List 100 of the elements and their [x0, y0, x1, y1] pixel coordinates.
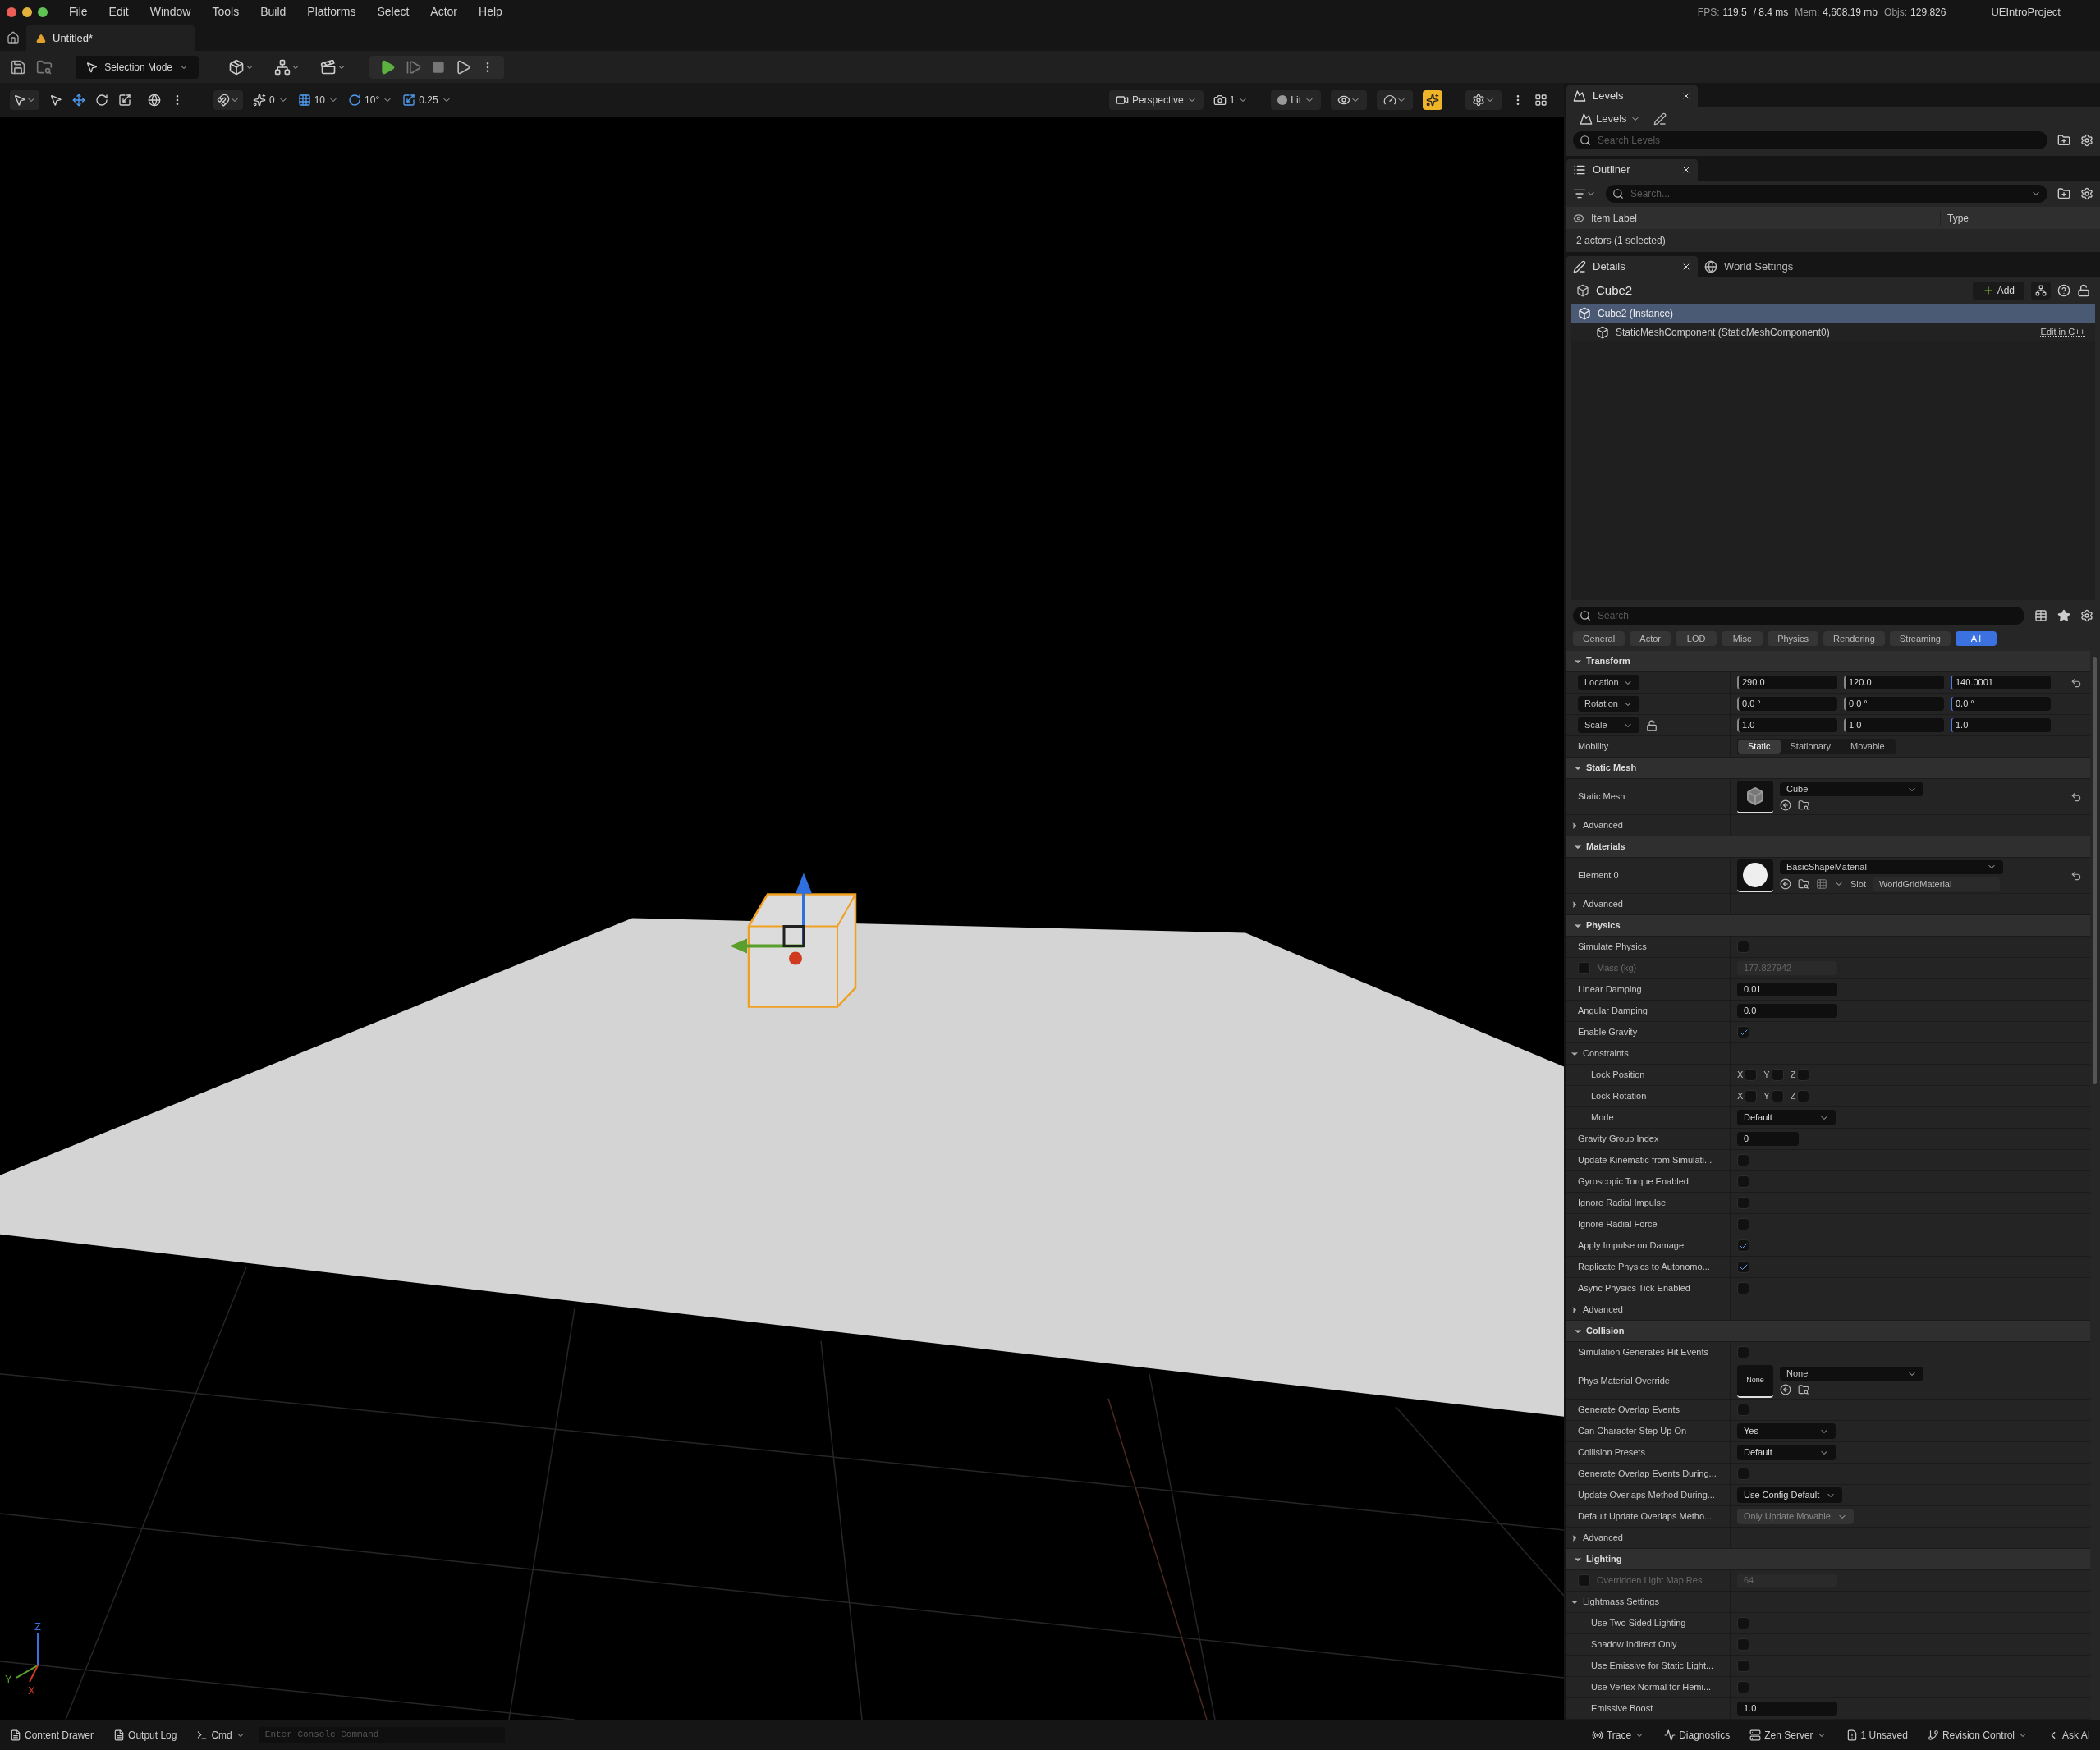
menu-item[interactable]: Actor — [430, 3, 458, 21]
reset-icon[interactable] — [2070, 676, 2082, 689]
transform-dropdown[interactable]: Rotation — [1578, 696, 1639, 712]
section-header[interactable]: Static Mesh — [1566, 758, 2090, 779]
edit-link[interactable]: Edit in C++ — [2040, 325, 2085, 339]
checkbox[interactable] — [1737, 941, 1749, 953]
panel-tab[interactable]: Outliner — [1566, 159, 1698, 181]
add-actor-icon[interactable] — [228, 58, 245, 76]
scrollbar[interactable] — [2093, 657, 2097, 1084]
blueprint-icon[interactable] — [274, 58, 291, 76]
maximize-window-icon[interactable] — [38, 7, 48, 17]
checkbox[interactable] — [1737, 1638, 1749, 1651]
rotate-icon[interactable] — [95, 94, 108, 107]
console-box[interactable]: Enter Console Command — [258, 1726, 505, 1743]
segment-option[interactable]: Movable — [1841, 740, 1895, 754]
dropdown[interactable]: Use Config Default — [1737, 1487, 1843, 1503]
search-field[interactable]: Search... — [1630, 186, 2024, 201]
menu-item[interactable]: Build — [260, 3, 287, 21]
menu-item[interactable]: Platforms — [307, 3, 356, 21]
number-field[interactable]: 120.0 — [1844, 676, 1944, 689]
group-toggle[interactable]: Advanced — [1570, 1531, 1623, 1545]
slot-field[interactable]: WorldGridMaterial — [1872, 877, 2000, 891]
filter-chip[interactable]: Rendering — [1823, 631, 1885, 646]
asset-thumbnail[interactable] — [1737, 780, 1773, 813]
dropdown[interactable]: Default — [1737, 1445, 1836, 1460]
play-icon[interactable] — [379, 58, 396, 76]
column-header[interactable]: Type — [1940, 210, 2100, 226]
group-toggle[interactable]: Constraints — [1570, 1047, 1629, 1061]
help-icon[interactable] — [2057, 284, 2070, 297]
status-bar-button[interactable]: Diagnostics — [1658, 1720, 1737, 1750]
reset-icon[interactable] — [2070, 869, 2082, 882]
menu-item[interactable]: Tools — [212, 3, 240, 21]
stop-icon[interactable] — [432, 60, 445, 74]
visibility-icon[interactable] — [1573, 212, 1584, 224]
blueprint-icon[interactable] — [2035, 285, 2047, 296]
checkbox[interactable] — [1737, 1261, 1749, 1273]
camera-speed-dropdown[interactable]: 1 — [1213, 93, 1249, 108]
reset-icon[interactable] — [2070, 790, 2082, 803]
checkbox[interactable] — [1737, 1404, 1749, 1416]
number-field[interactable]: 1.0 — [1737, 718, 1837, 732]
segment-option[interactable]: Static — [1738, 740, 1781, 754]
new-folder-icon[interactable] — [2057, 187, 2070, 200]
performance-icon[interactable] — [1383, 94, 1396, 107]
move-icon[interactable] — [72, 94, 85, 107]
asset-dropdown[interactable]: None — [1780, 1367, 1923, 1381]
menu-item[interactable]: Edit — [108, 3, 129, 21]
home-icon[interactable] — [7, 31, 20, 44]
table-icon[interactable] — [2034, 609, 2047, 622]
scale-snap-dropdown[interactable]: 0.25 — [402, 93, 452, 108]
number-field[interactable]: 0.0 ° — [1951, 697, 2051, 711]
section-header[interactable]: Materials — [1566, 836, 2090, 858]
checker-icon[interactable] — [1816, 878, 1827, 890]
surface-snap-dropdown[interactable]: 0 — [253, 93, 288, 108]
checkbox[interactable] — [1745, 1090, 1758, 1102]
number-field[interactable]: 1.0 — [1951, 718, 2051, 732]
favorite-icon[interactable] — [2057, 609, 2070, 622]
checkbox[interactable] — [1737, 1218, 1749, 1230]
checkbox[interactable] — [1737, 1154, 1749, 1166]
search-box[interactable]: Search — [1573, 607, 2024, 625]
show-icon[interactable] — [1337, 94, 1350, 107]
step-icon[interactable] — [406, 58, 422, 76]
scale-icon[interactable] — [118, 94, 131, 107]
group-toggle[interactable]: Advanced — [1570, 818, 1623, 832]
lock-icon[interactable] — [2077, 284, 2090, 297]
checkbox[interactable] — [1737, 1026, 1749, 1038]
use-selected-icon[interactable] — [1780, 878, 1791, 890]
cinematics-icon[interactable] — [320, 58, 337, 76]
menu-item[interactable]: Help — [479, 3, 502, 21]
close-icon[interactable] — [1681, 91, 1691, 101]
checkbox[interactable] — [1797, 1069, 1810, 1081]
eject-icon[interactable] — [455, 58, 471, 76]
layout-icon[interactable] — [1534, 94, 1547, 107]
transform-dropdown[interactable]: Location — [1578, 675, 1639, 690]
checkbox[interactable] — [1737, 1239, 1749, 1252]
dropdown[interactable]: Default — [1737, 1110, 1836, 1125]
checkbox[interactable] — [1771, 1069, 1784, 1081]
asset-thumbnail[interactable] — [1737, 859, 1773, 892]
transform-gizmo[interactable] — [730, 873, 812, 965]
checkbox[interactable] — [1797, 1090, 1810, 1102]
transform-dropdown[interactable]: Scale — [1578, 717, 1639, 733]
perspective-dropdown[interactable]: Perspective — [1108, 90, 1204, 110]
console-input[interactable]: Enter Console Command — [264, 1728, 498, 1742]
status-bar-button[interactable]: Ask AI — [2041, 1720, 2097, 1750]
selected-cube[interactable] — [747, 893, 857, 1008]
add-button[interactable]: Add — [1972, 282, 2024, 300]
checkbox[interactable] — [1737, 1346, 1749, 1358]
menu-item[interactable]: Window — [149, 3, 191, 21]
panel-tab[interactable]: World Settings — [1698, 256, 1829, 277]
lock-icon[interactable] — [1646, 719, 1658, 731]
component-item[interactable]: Cube2 (Instance) — [1571, 304, 2095, 323]
number-field[interactable]: 1.0 — [1844, 718, 1944, 732]
checkbox[interactable] — [1737, 1660, 1749, 1672]
save-icon[interactable] — [10, 58, 26, 76]
settings-icon[interactable] — [1472, 94, 1485, 107]
status-bar-button[interactable]: Trace — [1584, 1720, 1652, 1750]
number-field[interactable]: 290.0 — [1737, 676, 1837, 689]
status-bar-button[interactable]: Cmd — [190, 1720, 252, 1750]
search-field[interactable]: Search Levels — [1598, 133, 2041, 148]
asset-dropdown[interactable]: Cube — [1780, 782, 1923, 796]
edit-icon[interactable] — [1653, 112, 1667, 126]
